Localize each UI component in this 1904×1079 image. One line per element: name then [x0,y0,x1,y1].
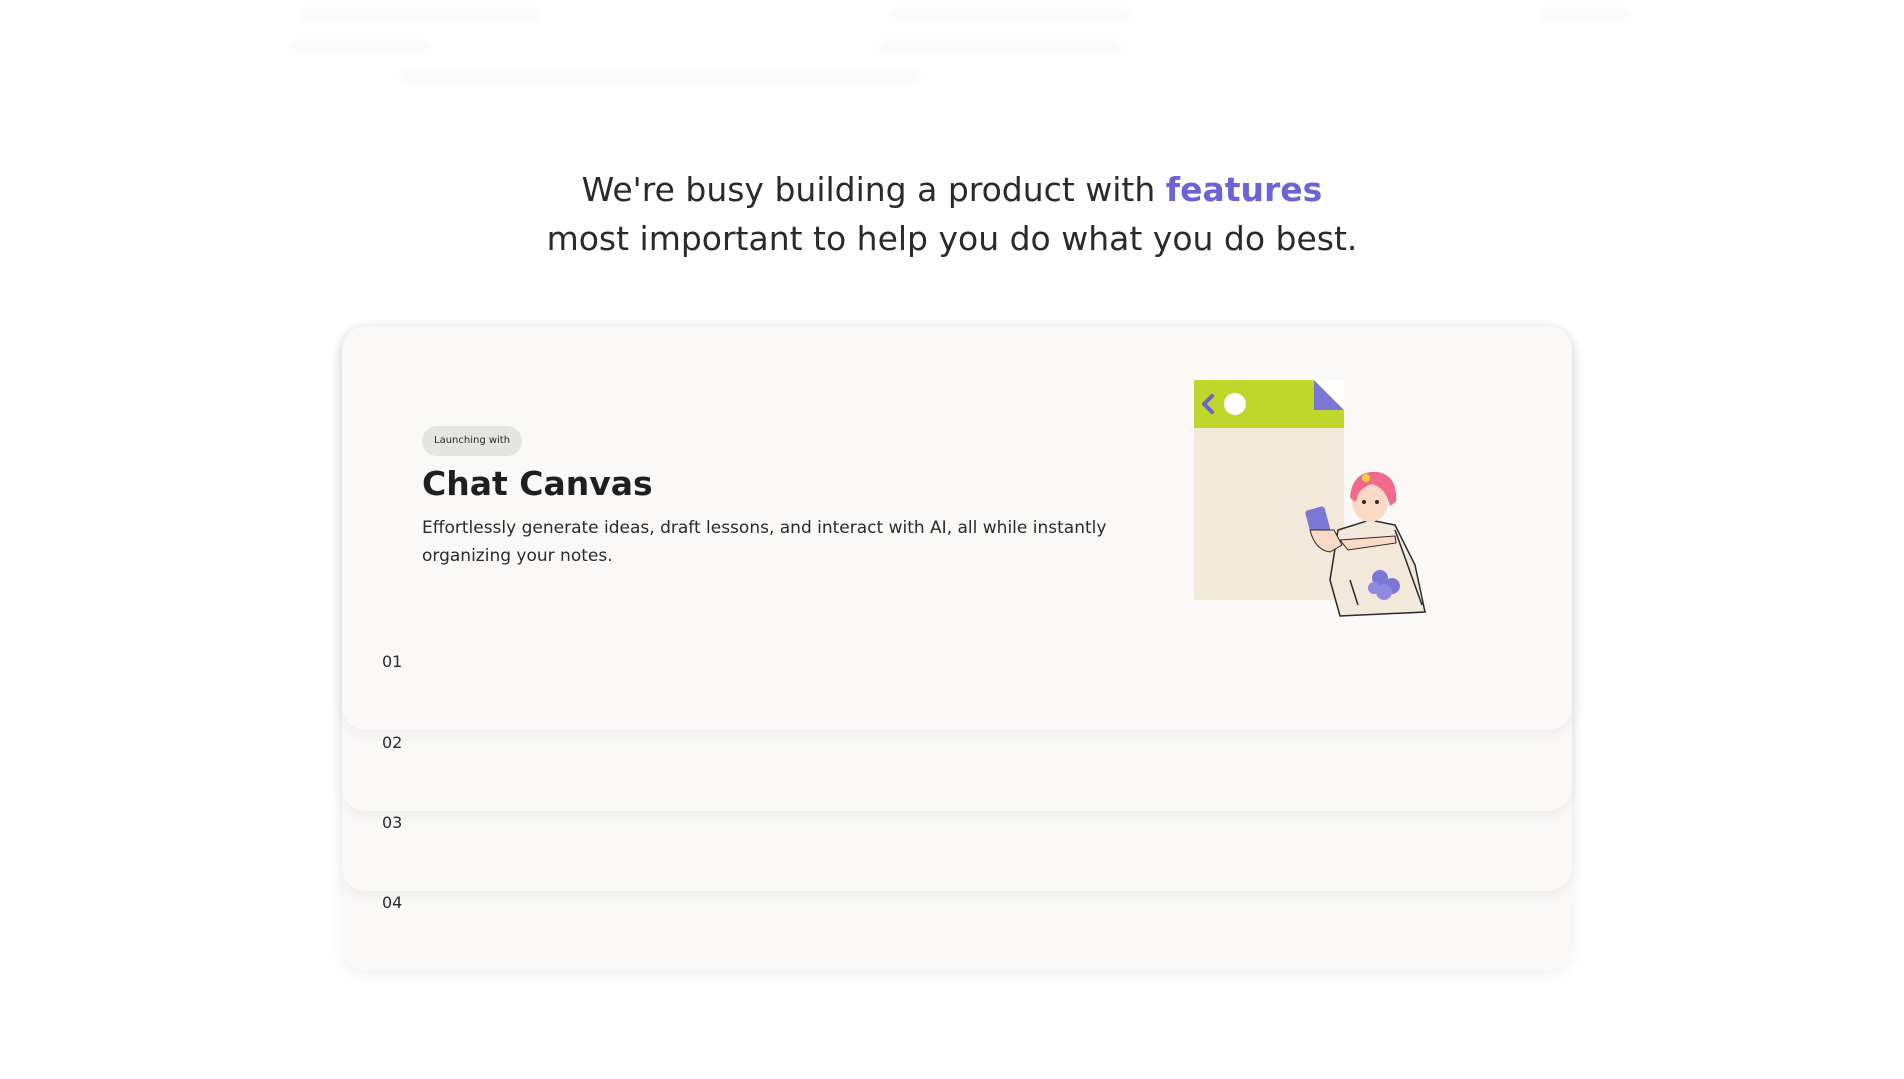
card-number: 04 [382,893,403,912]
card-number: 01 [382,652,403,671]
headline-accent: features [1165,170,1323,209]
feature-card-stack: 04 03 02 01 Launching with Chat Canvas E… [342,326,1572,971]
launch-badge: Launching with [422,426,523,456]
chat-canvas-illustration [1194,380,1426,617]
faded-header [0,0,1904,100]
feature-card-01[interactable]: 01 Launching with Chat Canvas Effortless… [342,326,1572,730]
headline-line2: most important to help you do what you d… [546,219,1358,258]
card-number: 02 [382,733,403,752]
headline-line1-prefix: We're busy building a product with [581,170,1166,209]
circle-icon [1224,393,1246,415]
feature-title: Chat Canvas [422,464,653,503]
section-headline: We're busy building a product with featu… [0,165,1904,263]
card-number: 03 [382,813,403,832]
page: We're busy building a product with featu… [0,0,1904,1079]
feature-description: Effortlessly generate ideas, draft lesso… [422,518,1107,566]
